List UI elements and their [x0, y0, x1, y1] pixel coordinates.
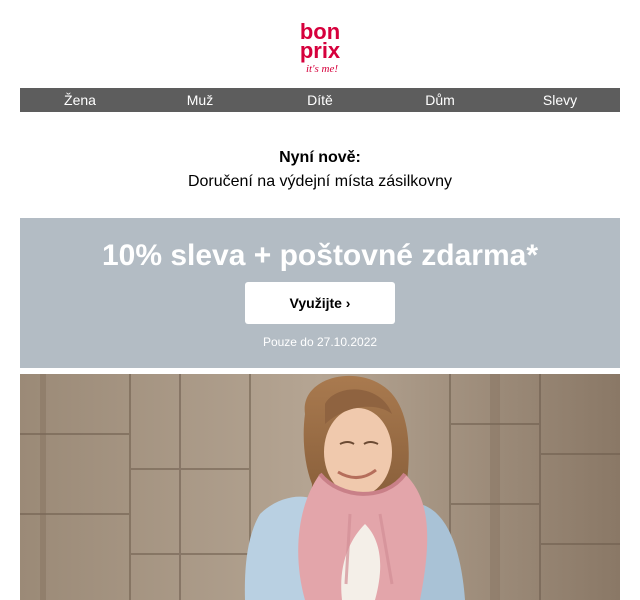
bonprix-logo[interactable]: bon prix it's me! [290, 20, 350, 78]
promo-banner: 10% sleva + poštovné zdarma* Využijte › … [20, 218, 620, 368]
nav-item-dum[interactable]: Dům [380, 88, 500, 112]
nav-item-zena[interactable]: Žena [20, 88, 140, 112]
notice-title: Nyní nově: [279, 149, 361, 166]
main-navigation: Žena Muž Dítě Dům Slevy [20, 88, 620, 112]
promo-headline: 10% sleva + poštovné zdarma* [101, 239, 539, 272]
hero-photo-woman-scarf [20, 374, 620, 600]
hero-image[interactable] [20, 374, 620, 600]
notice-text: Doručení na výdejní místa zásilkovny [187, 173, 453, 190]
logo-word-bottom: prix [300, 38, 341, 63]
promo-cta-button[interactable]: Využijte › [245, 282, 395, 324]
brand-logo[interactable]: bon prix it's me! [0, 20, 640, 78]
promo-validity-note: Pouze do 27.10.2022 [262, 335, 378, 349]
nav-item-dite[interactable]: Dítě [260, 88, 380, 112]
nav-item-slevy[interactable]: Slevy [500, 88, 620, 112]
delivery-notice: Nyní nově: Doručení na výdejní místa zás… [20, 148, 620, 193]
nav-item-muz[interactable]: Muž [140, 88, 260, 112]
logo-tagline: it's me! [306, 63, 338, 75]
